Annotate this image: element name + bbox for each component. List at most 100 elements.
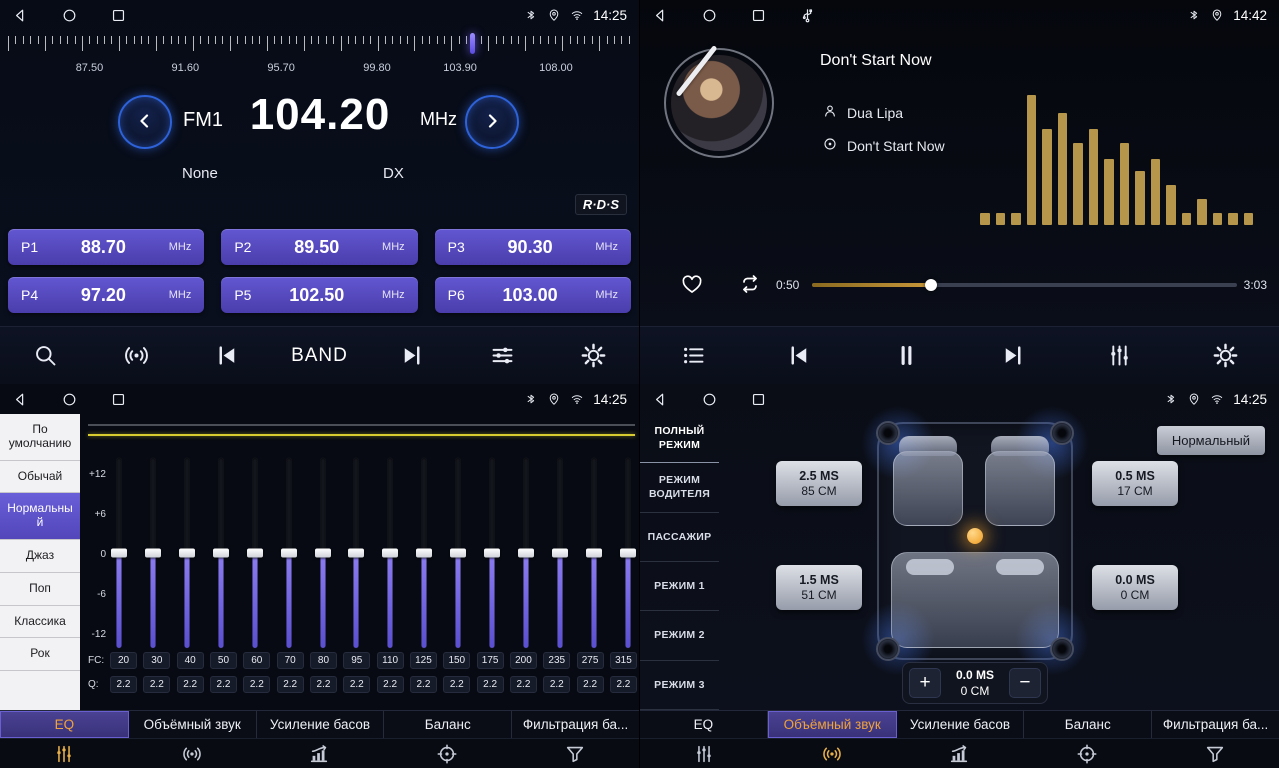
bass-icon[interactable] bbox=[256, 739, 384, 768]
tab-bass[interactable]: Усиление басов bbox=[257, 711, 385, 738]
seek-bar-knob[interactable] bbox=[925, 279, 937, 291]
q-value[interactable]: 2.2 bbox=[543, 676, 570, 693]
fc-value[interactable]: 50 bbox=[210, 652, 237, 669]
eq-band-80[interactable] bbox=[314, 458, 332, 648]
slider-handle[interactable] bbox=[281, 549, 297, 558]
slider-handle[interactable] bbox=[247, 549, 263, 558]
playlist-button[interactable] bbox=[666, 334, 720, 378]
balance-icon[interactable] bbox=[1023, 739, 1151, 768]
balance-icon[interactable] bbox=[383, 739, 511, 768]
favorite-button[interactable] bbox=[680, 272, 704, 299]
q-value[interactable]: 2.2 bbox=[243, 676, 270, 693]
repeat-button[interactable] bbox=[738, 272, 762, 299]
audio-settings-button[interactable] bbox=[476, 334, 530, 378]
fc-value[interactable]: 70 bbox=[277, 652, 304, 669]
eq-band-110[interactable] bbox=[381, 458, 399, 648]
tab-filter[interactable]: Фильтрация ба... bbox=[1152, 711, 1279, 738]
surround-mode-0[interactable]: ПОЛНЫЙ РЕЖИМ bbox=[640, 414, 719, 463]
eq-band-125[interactable] bbox=[415, 458, 433, 648]
eq-band-200[interactable] bbox=[517, 458, 535, 648]
seek-bar[interactable] bbox=[812, 283, 1237, 287]
fc-value[interactable]: 60 bbox=[243, 652, 270, 669]
back-button[interactable] bbox=[652, 7, 669, 24]
home-button[interactable] bbox=[701, 391, 718, 408]
tab-surround[interactable]: Объёмный звук bbox=[768, 711, 897, 738]
delay-decrease-button[interactable]: − bbox=[1009, 668, 1041, 698]
surround-icon[interactable] bbox=[768, 739, 896, 768]
q-value[interactable]: 2.2 bbox=[210, 676, 237, 693]
scan-button[interactable] bbox=[109, 334, 163, 378]
delay-front-right[interactable]: 0.5 MS17 CM bbox=[1092, 461, 1178, 506]
eq-band-175[interactable] bbox=[483, 458, 501, 648]
fc-value[interactable]: 275 bbox=[577, 652, 604, 669]
slider-handle[interactable] bbox=[348, 549, 364, 558]
band-button[interactable]: BAND bbox=[291, 334, 348, 378]
q-value[interactable]: 2.2 bbox=[477, 676, 504, 693]
eq-icon[interactable] bbox=[640, 739, 768, 768]
eq-band-315[interactable] bbox=[619, 458, 637, 648]
tab-bass[interactable]: Усиление басов bbox=[897, 711, 1025, 738]
eq-band-50[interactable] bbox=[212, 458, 230, 648]
slider-handle[interactable] bbox=[213, 549, 229, 558]
fc-value[interactable]: 20 bbox=[110, 652, 137, 669]
preset-p4[interactable]: P497.20MHz bbox=[8, 277, 204, 313]
slider-handle[interactable] bbox=[484, 549, 500, 558]
pause-button[interactable] bbox=[879, 334, 933, 378]
prev-station-button[interactable] bbox=[200, 334, 254, 378]
eq-preset-4[interactable]: Поп bbox=[0, 573, 80, 606]
slider-handle[interactable] bbox=[416, 549, 432, 558]
slider-handle[interactable] bbox=[315, 549, 331, 558]
delay-rear-left[interactable]: 1.5 MS51 CM bbox=[776, 565, 862, 610]
fc-value[interactable]: 40 bbox=[177, 652, 204, 669]
tab-eq[interactable]: EQ bbox=[640, 711, 768, 738]
home-button[interactable] bbox=[61, 7, 78, 24]
back-button[interactable] bbox=[12, 7, 29, 24]
fc-value[interactable]: 315 bbox=[610, 652, 637, 669]
slider-handle[interactable] bbox=[586, 549, 602, 558]
tab-surround[interactable]: Объёмный звук bbox=[129, 711, 257, 738]
surround-mode-1[interactable]: РЕЖИМ ВОДИТЕЛЯ bbox=[640, 463, 719, 512]
frequency-pointer[interactable] bbox=[470, 33, 475, 54]
q-value[interactable]: 2.2 bbox=[610, 676, 637, 693]
eq-button[interactable] bbox=[1092, 334, 1146, 378]
recents-button[interactable] bbox=[110, 391, 127, 408]
back-button[interactable] bbox=[652, 391, 669, 408]
preset-p1[interactable]: P188.70MHz bbox=[8, 229, 204, 265]
fc-value[interactable]: 30 bbox=[143, 652, 170, 669]
fc-value[interactable]: 235 bbox=[543, 652, 570, 669]
delay-front-left[interactable]: 2.5 MS85 CM bbox=[776, 461, 862, 506]
next-station-button[interactable] bbox=[385, 334, 439, 378]
surround-mode-3[interactable]: РЕЖИМ 1 bbox=[640, 562, 719, 611]
q-value[interactable]: 2.2 bbox=[377, 676, 404, 693]
slider-handle[interactable] bbox=[111, 549, 127, 558]
preset-p5[interactable]: P5102.50MHz bbox=[221, 277, 417, 313]
surround-mode-4[interactable]: РЕЖИМ 2 bbox=[640, 611, 719, 660]
next-track-button[interactable] bbox=[986, 334, 1040, 378]
surround-icon[interactable] bbox=[128, 739, 256, 768]
home-button[interactable] bbox=[61, 391, 78, 408]
settings-button[interactable] bbox=[1199, 334, 1253, 378]
q-value[interactable]: 2.2 bbox=[410, 676, 437, 693]
recents-button[interactable] bbox=[750, 7, 767, 24]
eq-band-20[interactable] bbox=[110, 458, 128, 648]
q-value[interactable]: 2.2 bbox=[110, 676, 137, 693]
eq-band-150[interactable] bbox=[449, 458, 467, 648]
filter-icon[interactable] bbox=[1151, 739, 1279, 768]
slider-handle[interactable] bbox=[620, 549, 636, 558]
tune-up-button[interactable] bbox=[465, 95, 519, 149]
slider-handle[interactable] bbox=[518, 549, 534, 558]
q-value[interactable]: 2.2 bbox=[310, 676, 337, 693]
tune-down-button[interactable] bbox=[118, 95, 172, 149]
recents-button[interactable] bbox=[750, 391, 767, 408]
back-button[interactable] bbox=[12, 391, 29, 408]
fc-value[interactable]: 175 bbox=[477, 652, 504, 669]
bass-icon[interactable] bbox=[896, 739, 1024, 768]
delay-increase-button[interactable]: + bbox=[909, 668, 941, 698]
eq-preset-5[interactable]: Классика bbox=[0, 606, 80, 639]
filter-icon[interactable] bbox=[511, 739, 639, 768]
eq-band-40[interactable] bbox=[178, 458, 196, 648]
fc-value[interactable]: 150 bbox=[443, 652, 470, 669]
eq-band-95[interactable] bbox=[347, 458, 365, 648]
slider-handle[interactable] bbox=[552, 549, 568, 558]
eq-band-70[interactable] bbox=[280, 458, 298, 648]
